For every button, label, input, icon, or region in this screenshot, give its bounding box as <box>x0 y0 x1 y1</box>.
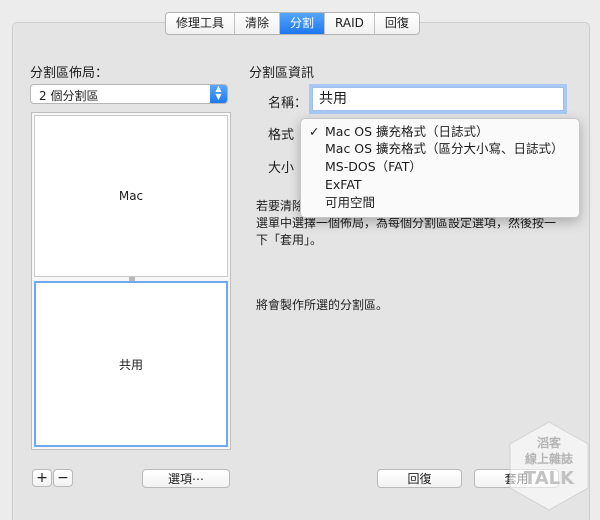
partition-layout-diagram: Mac 共用 <box>31 112 231 450</box>
tab-partition[interactable]: 分割 <box>280 13 326 34</box>
popup-arrows-icon: ▲ ▼ <box>210 85 227 103</box>
tab-restore[interactable]: 回復 <box>375 13 419 34</box>
menu-item-ms-dos-fat[interactable]: MS-DOS（FAT） <box>301 158 579 175</box>
partition-block-shared[interactable]: 共用 <box>34 281 228 447</box>
menu-item-free-space[interactable]: 可用空間 <box>301 194 579 211</box>
watermark-line-3: TALK <box>523 468 575 489</box>
remove-partition-button[interactable]: − <box>53 469 73 487</box>
partition-block-mac[interactable]: Mac <box>34 115 228 277</box>
options-button[interactable]: 選項⋯ <box>142 469 230 488</box>
menu-item-label: Mac OS 擴充格式（日誌式） <box>325 124 489 139</box>
menu-item-mac-os-extended-journaled[interactable]: ✓ Mac OS 擴充格式（日誌式） <box>301 123 579 140</box>
menu-item-label: MS-DOS（FAT） <box>325 159 422 174</box>
format-dropdown-menu: ✓ Mac OS 擴充格式（日誌式） Mac OS 擴充格式（區分大小寫、日誌式… <box>300 118 580 218</box>
partition-name: 共用 <box>118 357 143 372</box>
tab-bar: 修理工具 清除 分割 RAID 回復 <box>165 12 420 35</box>
partition-layout-value: 2 個分割區 <box>39 89 99 103</box>
menu-item-exfat[interactable]: ExFAT <box>301 176 579 193</box>
format-label: 格式 <box>268 128 295 143</box>
menu-item-label: ExFAT <box>325 177 362 192</box>
partition-info-title: 分割區資訊 <box>249 66 315 81</box>
tab-erase[interactable]: 清除 <box>235 13 281 34</box>
create-partition-text: 將會製作所選的分割區。 <box>256 298 389 312</box>
add-partition-button[interactable]: + <box>32 469 52 487</box>
tab-raid[interactable]: RAID <box>325 13 375 34</box>
instruction-line-3: 下「套用」。 <box>256 233 323 247</box>
checkmark-icon: ✓ <box>309 124 320 139</box>
watermark-line-2: 線上雜誌 <box>524 452 573 466</box>
partition-layout-title: 分割區佈局： <box>30 66 109 81</box>
menu-item-label: 可用空間 <box>325 195 376 210</box>
size-label: 大小 <box>268 161 295 176</box>
partition-name: Mac <box>118 189 144 203</box>
tab-first-aid[interactable]: 修理工具 <box>166 13 236 34</box>
partition-name-field[interactable]: 共用 <box>312 87 564 111</box>
menu-item-mac-os-extended-case-sensitive[interactable]: Mac OS 擴充格式（區分大小寫、日誌式） <box>301 140 579 157</box>
menu-item-label: Mac OS 擴充格式（區分大小寫、日誌式） <box>325 141 564 156</box>
name-label: 名稱： <box>268 96 308 111</box>
revert-button[interactable]: 回復 <box>377 469 462 488</box>
watermark-logo: 滔客 線上雜誌 TALK <box>508 420 590 512</box>
partition-layout-popup[interactable]: 2 個分割區 ▲ ▼ <box>30 84 228 104</box>
watermark-line-1: 滔客 <box>536 436 561 450</box>
